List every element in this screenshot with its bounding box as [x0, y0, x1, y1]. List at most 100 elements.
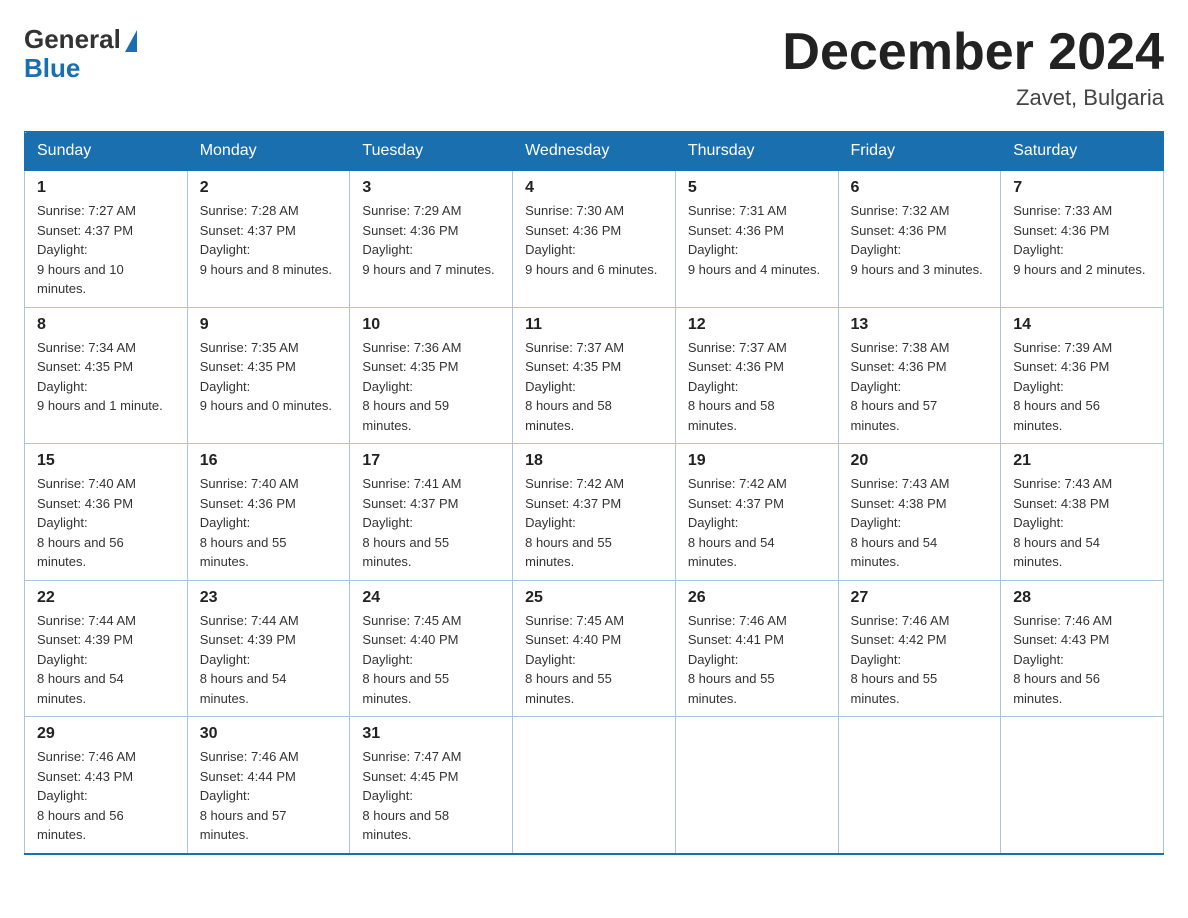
calendar-cell: 27 Sunrise: 7:46 AM Sunset: 4:42 PM Dayl… — [838, 580, 1001, 717]
day-info: Sunrise: 7:46 AM Sunset: 4:43 PM Dayligh… — [37, 747, 175, 845]
day-number: 8 — [37, 316, 175, 334]
calendar-cell: 2 Sunrise: 7:28 AM Sunset: 4:37 PM Dayli… — [187, 171, 350, 308]
day-info: Sunrise: 7:41 AM Sunset: 4:37 PM Dayligh… — [362, 474, 500, 572]
calendar-cell: 3 Sunrise: 7:29 AM Sunset: 4:36 PM Dayli… — [350, 171, 513, 308]
day-number: 16 — [200, 452, 338, 470]
day-info: Sunrise: 7:32 AM Sunset: 4:36 PM Dayligh… — [851, 201, 989, 279]
day-info: Sunrise: 7:43 AM Sunset: 4:38 PM Dayligh… — [1013, 474, 1151, 572]
day-number: 12 — [688, 316, 826, 334]
calendar-cell: 5 Sunrise: 7:31 AM Sunset: 4:36 PM Dayli… — [675, 171, 838, 308]
day-number: 3 — [362, 179, 500, 197]
calendar-cell: 15 Sunrise: 7:40 AM Sunset: 4:36 PM Dayl… — [25, 444, 188, 581]
calendar-cell: 16 Sunrise: 7:40 AM Sunset: 4:36 PM Dayl… — [187, 444, 350, 581]
calendar-cell: 14 Sunrise: 7:39 AM Sunset: 4:36 PM Dayl… — [1001, 307, 1164, 444]
day-info: Sunrise: 7:28 AM Sunset: 4:37 PM Dayligh… — [200, 201, 338, 279]
calendar-cell: 9 Sunrise: 7:35 AM Sunset: 4:35 PM Dayli… — [187, 307, 350, 444]
calendar-cell: 26 Sunrise: 7:46 AM Sunset: 4:41 PM Dayl… — [675, 580, 838, 717]
calendar-week-row: 15 Sunrise: 7:40 AM Sunset: 4:36 PM Dayl… — [25, 444, 1164, 581]
calendar-cell — [1001, 717, 1164, 854]
header-tuesday: Tuesday — [350, 132, 513, 171]
logo-general-text: General — [24, 24, 121, 55]
day-info: Sunrise: 7:46 AM Sunset: 4:42 PM Dayligh… — [851, 611, 989, 709]
day-number: 4 — [525, 179, 663, 197]
day-info: Sunrise: 7:30 AM Sunset: 4:36 PM Dayligh… — [525, 201, 663, 279]
calendar-cell: 23 Sunrise: 7:44 AM Sunset: 4:39 PM Dayl… — [187, 580, 350, 717]
day-number: 29 — [37, 725, 175, 743]
day-number: 6 — [851, 179, 989, 197]
day-number: 23 — [200, 589, 338, 607]
calendar-cell: 17 Sunrise: 7:41 AM Sunset: 4:37 PM Dayl… — [350, 444, 513, 581]
day-info: Sunrise: 7:46 AM Sunset: 4:43 PM Dayligh… — [1013, 611, 1151, 709]
calendar-cell: 24 Sunrise: 7:45 AM Sunset: 4:40 PM Dayl… — [350, 580, 513, 717]
day-number: 5 — [688, 179, 826, 197]
day-number: 18 — [525, 452, 663, 470]
day-info: Sunrise: 7:47 AM Sunset: 4:45 PM Dayligh… — [362, 747, 500, 845]
title-area: December 2024 Zavet, Bulgaria — [782, 24, 1164, 111]
day-number: 13 — [851, 316, 989, 334]
calendar-cell: 25 Sunrise: 7:45 AM Sunset: 4:40 PM Dayl… — [513, 580, 676, 717]
header-sunday: Sunday — [25, 132, 188, 171]
calendar-cell — [513, 717, 676, 854]
header-monday: Monday — [187, 132, 350, 171]
calendar-cell — [675, 717, 838, 854]
day-info: Sunrise: 7:31 AM Sunset: 4:36 PM Dayligh… — [688, 201, 826, 279]
calendar-cell: 19 Sunrise: 7:42 AM Sunset: 4:37 PM Dayl… — [675, 444, 838, 581]
day-info: Sunrise: 7:42 AM Sunset: 4:37 PM Dayligh… — [525, 474, 663, 572]
day-info: Sunrise: 7:34 AM Sunset: 4:35 PM Dayligh… — [37, 338, 175, 416]
day-info: Sunrise: 7:29 AM Sunset: 4:36 PM Dayligh… — [362, 201, 500, 279]
calendar-cell: 18 Sunrise: 7:42 AM Sunset: 4:37 PM Dayl… — [513, 444, 676, 581]
calendar-cell: 7 Sunrise: 7:33 AM Sunset: 4:36 PM Dayli… — [1001, 171, 1164, 308]
calendar-cell: 11 Sunrise: 7:37 AM Sunset: 4:35 PM Dayl… — [513, 307, 676, 444]
location-subtitle: Zavet, Bulgaria — [782, 85, 1164, 111]
day-info: Sunrise: 7:39 AM Sunset: 4:36 PM Dayligh… — [1013, 338, 1151, 436]
calendar-cell: 13 Sunrise: 7:38 AM Sunset: 4:36 PM Dayl… — [838, 307, 1001, 444]
day-info: Sunrise: 7:45 AM Sunset: 4:40 PM Dayligh… — [362, 611, 500, 709]
header-thursday: Thursday — [675, 132, 838, 171]
calendar-cell: 4 Sunrise: 7:30 AM Sunset: 4:36 PM Dayli… — [513, 171, 676, 308]
calendar-cell: 28 Sunrise: 7:46 AM Sunset: 4:43 PM Dayl… — [1001, 580, 1164, 717]
day-number: 7 — [1013, 179, 1151, 197]
calendar-cell: 6 Sunrise: 7:32 AM Sunset: 4:36 PM Dayli… — [838, 171, 1001, 308]
calendar-cell: 12 Sunrise: 7:37 AM Sunset: 4:36 PM Dayl… — [675, 307, 838, 444]
calendar-cell: 8 Sunrise: 7:34 AM Sunset: 4:35 PM Dayli… — [25, 307, 188, 444]
day-number: 17 — [362, 452, 500, 470]
calendar-week-row: 29 Sunrise: 7:46 AM Sunset: 4:43 PM Dayl… — [25, 717, 1164, 854]
day-info: Sunrise: 7:43 AM Sunset: 4:38 PM Dayligh… — [851, 474, 989, 572]
logo-blue-text: Blue — [24, 53, 80, 84]
calendar-header-row: SundayMondayTuesdayWednesdayThursdayFrid… — [25, 132, 1164, 171]
calendar-cell: 29 Sunrise: 7:46 AM Sunset: 4:43 PM Dayl… — [25, 717, 188, 854]
day-number: 27 — [851, 589, 989, 607]
calendar-cell — [838, 717, 1001, 854]
calendar-cell: 1 Sunrise: 7:27 AM Sunset: 4:37 PM Dayli… — [25, 171, 188, 308]
day-number: 11 — [525, 316, 663, 334]
day-info: Sunrise: 7:36 AM Sunset: 4:35 PM Dayligh… — [362, 338, 500, 436]
logo-triangle-icon — [125, 30, 137, 52]
day-info: Sunrise: 7:42 AM Sunset: 4:37 PM Dayligh… — [688, 474, 826, 572]
day-info: Sunrise: 7:44 AM Sunset: 4:39 PM Dayligh… — [37, 611, 175, 709]
day-info: Sunrise: 7:46 AM Sunset: 4:41 PM Dayligh… — [688, 611, 826, 709]
calendar-table: SundayMondayTuesdayWednesdayThursdayFrid… — [24, 131, 1164, 855]
calendar-cell: 21 Sunrise: 7:43 AM Sunset: 4:38 PM Dayl… — [1001, 444, 1164, 581]
day-info: Sunrise: 7:46 AM Sunset: 4:44 PM Dayligh… — [200, 747, 338, 845]
day-info: Sunrise: 7:27 AM Sunset: 4:37 PM Dayligh… — [37, 201, 175, 299]
day-number: 10 — [362, 316, 500, 334]
day-number: 9 — [200, 316, 338, 334]
day-number: 1 — [37, 179, 175, 197]
header-saturday: Saturday — [1001, 132, 1164, 171]
day-number: 26 — [688, 589, 826, 607]
month-title: December 2024 — [782, 24, 1164, 81]
header-friday: Friday — [838, 132, 1001, 171]
day-info: Sunrise: 7:35 AM Sunset: 4:35 PM Dayligh… — [200, 338, 338, 416]
day-number: 14 — [1013, 316, 1151, 334]
day-number: 22 — [37, 589, 175, 607]
calendar-week-row: 22 Sunrise: 7:44 AM Sunset: 4:39 PM Dayl… — [25, 580, 1164, 717]
calendar-week-row: 8 Sunrise: 7:34 AM Sunset: 4:35 PM Dayli… — [25, 307, 1164, 444]
calendar-cell: 30 Sunrise: 7:46 AM Sunset: 4:44 PM Dayl… — [187, 717, 350, 854]
day-info: Sunrise: 7:44 AM Sunset: 4:39 PM Dayligh… — [200, 611, 338, 709]
day-info: Sunrise: 7:45 AM Sunset: 4:40 PM Dayligh… — [525, 611, 663, 709]
calendar-cell: 10 Sunrise: 7:36 AM Sunset: 4:35 PM Dayl… — [350, 307, 513, 444]
day-number: 24 — [362, 589, 500, 607]
day-number: 21 — [1013, 452, 1151, 470]
day-number: 28 — [1013, 589, 1151, 607]
day-number: 30 — [200, 725, 338, 743]
